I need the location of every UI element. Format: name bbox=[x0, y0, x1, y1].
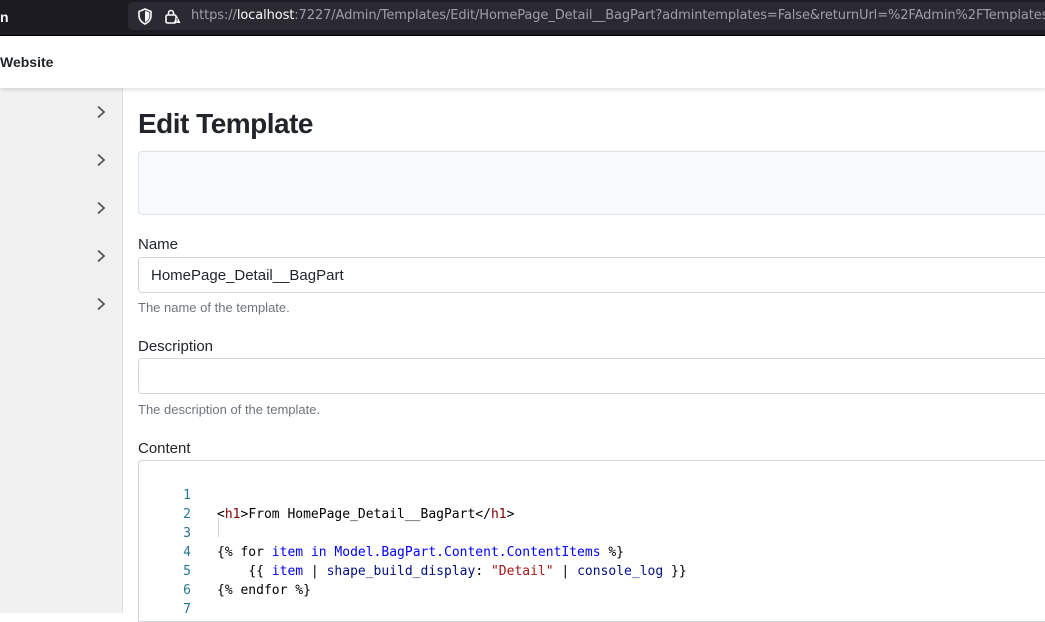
code-text[interactable]: {{ item | shape_build_display: "Detail" … bbox=[217, 562, 686, 581]
chevron-right-icon[interactable] bbox=[95, 105, 107, 119]
code-line: 1 <h1>From HomePage_Detail__BagPart</h1> bbox=[139, 467, 514, 522]
tab-edge-glyph: n bbox=[0, 9, 9, 25]
description-input[interactable] bbox=[138, 358, 1045, 394]
actions-panel bbox=[138, 151, 1045, 215]
name-label: Name bbox=[138, 236, 179, 253]
chevron-right-icon[interactable] bbox=[95, 153, 107, 167]
name-hint: The name of the template. bbox=[138, 300, 290, 315]
browser-toolbar: n https://localhost:7227/Admin/Templates… bbox=[0, 0, 1045, 36]
admin-sidebar bbox=[0, 88, 123, 613]
main-content: Edit Template Name The name of the templ… bbox=[138, 88, 1045, 622]
code-line: 4 {{ item | shape_build_display: "Detail… bbox=[139, 524, 686, 579]
lock-warning-icon[interactable] bbox=[164, 8, 181, 30]
code-editor[interactable]: 1 <h1>From HomePage_Detail__BagPart</h1>… bbox=[138, 460, 1045, 622]
site-header: Website bbox=[0, 36, 1045, 88]
page-title: Edit Template bbox=[138, 108, 314, 139]
content-label: Content bbox=[138, 440, 191, 457]
url-host: localhost bbox=[236, 8, 295, 23]
code-line: 7 bbox=[139, 581, 191, 617]
url-text[interactable]: https://localhost:7227/Admin/Templates/E… bbox=[191, 8, 1045, 23]
code-text[interactable]: {% endfor %} bbox=[217, 581, 311, 600]
description-label: Description bbox=[138, 338, 214, 355]
url-path: :7227/Admin/Templates/Edit/HomePage_Deta… bbox=[294, 8, 1045, 23]
code-line: 8 bbox=[139, 600, 186, 619]
code-line: 6 bbox=[139, 562, 191, 598]
code-line: 3 {% for item in Model.BagPart.Content.C… bbox=[139, 505, 624, 560]
address-bar[interactable]: https://localhost:7227/Admin/Templates/E… bbox=[128, 2, 1045, 30]
code-line: 2 bbox=[139, 486, 191, 522]
code-text[interactable]: <h1>From HomePage_Detail__BagPart</h1> bbox=[217, 505, 514, 524]
chevron-right-icon[interactable] bbox=[95, 297, 107, 311]
chevron-right-icon[interactable] bbox=[95, 201, 107, 215]
code-text[interactable]: {% for item in Model.BagPart.Content.Con… bbox=[217, 543, 624, 562]
url-prefix: https:// bbox=[191, 8, 237, 23]
chevron-right-icon[interactable] bbox=[95, 249, 107, 263]
code-line: 5 {% endfor %} bbox=[139, 543, 311, 598]
site-title[interactable]: Website bbox=[0, 54, 53, 70]
description-hint: The description of the template. bbox=[138, 402, 321, 417]
name-input[interactable] bbox=[138, 257, 1045, 293]
tracking-protection-shield-icon[interactable] bbox=[137, 8, 153, 30]
